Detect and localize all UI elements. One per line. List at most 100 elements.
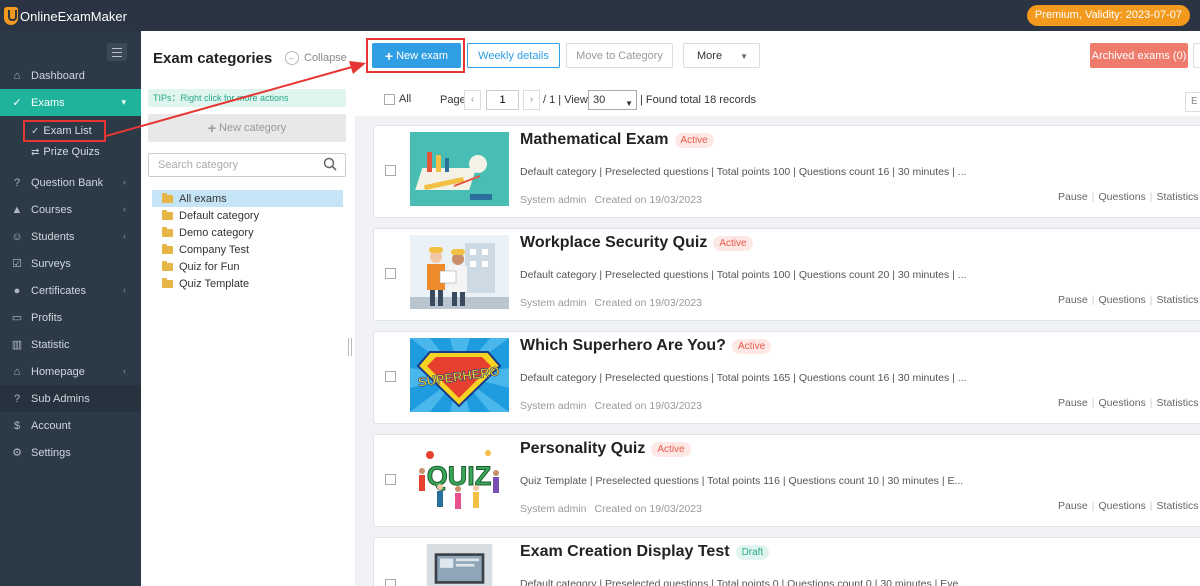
sidebar-item-sub-admins[interactable]: ? Sub Admins bbox=[0, 385, 141, 412]
statistics-link[interactable]: Statistics bbox=[1157, 191, 1199, 203]
list-controls: All Page ‹ › / 1 | View 30 ▼ | Found tot… bbox=[355, 80, 1200, 116]
category-item-default[interactable]: Default category bbox=[152, 207, 343, 224]
exam-thumbnail[interactable] bbox=[410, 544, 509, 586]
toolbar: + New exam Weekly details Move to Catego… bbox=[355, 31, 1200, 80]
prev-page-button[interactable]: ‹ bbox=[464, 90, 481, 110]
page-number-input[interactable] bbox=[486, 90, 519, 110]
exam-checkbox[interactable] bbox=[385, 165, 396, 176]
gear-icon: ⚙ bbox=[12, 446, 22, 459]
search-icon[interactable] bbox=[323, 157, 337, 171]
app-logo[interactable]: OnlineExamMaker bbox=[4, 6, 127, 26]
exam-thumbnail[interactable]: QUIZ bbox=[410, 441, 509, 515]
chevron-left-icon: ‹ bbox=[123, 366, 126, 376]
exam-card[interactable]: Exam Creation Display Test Draft Default… bbox=[373, 537, 1200, 586]
archived-exams-button[interactable]: Archived exams (0) bbox=[1090, 43, 1188, 68]
exam-info: Default category | Preselected questions… bbox=[520, 269, 967, 281]
exam-info: Default category | Preselected questions… bbox=[520, 166, 967, 178]
folder-icon bbox=[162, 277, 173, 288]
status-badge: Active bbox=[651, 441, 691, 457]
exam-title[interactable]: Exam Creation Display Test Draft bbox=[520, 543, 770, 561]
more-dropdown[interactable]: More ▼ bbox=[683, 43, 760, 68]
sidebar-item-statistic[interactable]: ▥ Statistic bbox=[0, 331, 141, 358]
per-page-select[interactable]: 30 ▼ bbox=[588, 90, 637, 110]
exam-checkbox[interactable] bbox=[385, 371, 396, 382]
collapse-button[interactable]: ← Collapse bbox=[285, 51, 347, 65]
home-icon: ⌂ bbox=[13, 69, 21, 82]
search-category-input[interactable] bbox=[148, 153, 346, 177]
sidebar-subitem-prize-quizs[interactable]: ⇄ Prize Quizs bbox=[0, 143, 141, 161]
sidebar-item-profits[interactable]: ▭ Profits bbox=[0, 304, 141, 331]
exam-card[interactable]: Mathematical Exam Active Default categor… bbox=[373, 125, 1200, 218]
sidebar-item-certificates[interactable]: ● Certificates ‹ bbox=[0, 277, 141, 304]
status-badge: Active bbox=[731, 338, 772, 354]
statistics-link[interactable]: Statistics bbox=[1157, 500, 1199, 512]
category-item-demo[interactable]: Demo category bbox=[152, 224, 343, 241]
exam-thumbnail[interactable] bbox=[410, 132, 509, 206]
move-to-category-button[interactable]: Move to Category bbox=[566, 43, 673, 68]
questions-link[interactable]: Questions bbox=[1099, 294, 1146, 306]
premium-badge[interactable]: Premium, Validity: 2023-07-07 bbox=[1026, 5, 1190, 26]
category-panel: Exam categories ← Collapse TIPs：Right cl… bbox=[141, 31, 355, 586]
statistics-link[interactable]: Statistics bbox=[1157, 397, 1199, 409]
sidebar-item-surveys[interactable]: ☑ Surveys bbox=[0, 250, 141, 277]
sidebar-item-settings[interactable]: ⚙ Settings bbox=[0, 439, 141, 466]
category-item-quiz-for-fun[interactable]: Quiz for Fun bbox=[152, 258, 343, 275]
export-button[interactable]: E bbox=[1185, 92, 1200, 112]
menu-toggle-button[interactable] bbox=[107, 43, 127, 61]
sidebar-item-students[interactable]: ☺ Students ‹ bbox=[0, 223, 141, 250]
category-item-all-exams[interactable]: All exams bbox=[152, 190, 343, 207]
exam-title[interactable]: Workplace Security Quiz Active bbox=[520, 234, 753, 252]
exam-title[interactable]: Personality Quiz Active bbox=[520, 440, 691, 458]
exam-meta: System admin Created on 19/03/2023 bbox=[520, 297, 702, 309]
exam-actions: Pause | Questions | Statistics bbox=[1058, 500, 1199, 512]
exam-checkbox[interactable] bbox=[385, 474, 396, 485]
person-question-icon: ? bbox=[13, 392, 21, 405]
sidebar-item-question-bank[interactable]: ? Question Bank ‹ bbox=[0, 169, 141, 196]
status-badge: Draft bbox=[735, 544, 770, 560]
select-all-checkbox[interactable] bbox=[384, 94, 395, 105]
sidebar-item-account[interactable]: $ Account bbox=[0, 412, 141, 439]
checkbox-icon: ☑ bbox=[12, 257, 22, 270]
sidebar-item-dashboard[interactable]: ⌂ Dashboard bbox=[0, 62, 141, 89]
exam-thumbnail[interactable]: SUPERHERO bbox=[410, 338, 509, 412]
statistics-link[interactable]: Statistics bbox=[1157, 294, 1199, 306]
questions-link[interactable]: Questions bbox=[1099, 397, 1146, 409]
questions-link[interactable]: Questions bbox=[1099, 500, 1146, 512]
questions-link[interactable]: Questions bbox=[1099, 191, 1146, 203]
panel-resize-handle[interactable] bbox=[348, 338, 352, 356]
exam-card[interactable]: QUIZ Personality Quiz Active Quiz Templa… bbox=[373, 434, 1200, 527]
card-icon: ▭ bbox=[11, 311, 23, 324]
records-count: | Found total 18 records bbox=[640, 94, 756, 106]
exam-list-highlight-box bbox=[23, 120, 106, 142]
next-page-button[interactable]: › bbox=[523, 90, 540, 110]
exam-info: Default category | Preselected questions… bbox=[520, 578, 968, 586]
toolbar-extra-button[interactable] bbox=[1193, 43, 1200, 68]
dollar-icon: $ bbox=[13, 419, 21, 432]
status-badge: Active bbox=[713, 235, 753, 251]
exam-actions: Pause | Questions | Statistics bbox=[1058, 397, 1199, 409]
exam-thumbnail[interactable] bbox=[410, 235, 509, 309]
weekly-details-button[interactable]: Weekly details bbox=[467, 43, 560, 68]
pause-link[interactable]: Pause bbox=[1058, 294, 1088, 306]
exam-meta: System admin Created on 19/03/2023 bbox=[520, 400, 702, 412]
graduation-cap-icon: ▲ bbox=[11, 203, 23, 216]
exam-title[interactable]: Mathematical Exam Active bbox=[520, 131, 714, 149]
pause-link[interactable]: Pause bbox=[1058, 500, 1088, 512]
chevron-down-icon: ▼ bbox=[625, 99, 633, 108]
sidebar-item-courses[interactable]: ▲ Courses ‹ bbox=[0, 196, 141, 223]
exam-card[interactable]: SUPERHERO Which Superhero Are You? Activ… bbox=[373, 331, 1200, 424]
sidebar-item-homepage[interactable]: ⌂ Homepage ‹ bbox=[0, 358, 141, 385]
exam-checkbox[interactable] bbox=[385, 268, 396, 279]
exam-checkbox[interactable] bbox=[385, 579, 396, 586]
pause-link[interactable]: Pause bbox=[1058, 397, 1088, 409]
category-item-quiz-template[interactable]: Quiz Template bbox=[152, 275, 343, 292]
exam-title[interactable]: Which Superhero Are You? Active bbox=[520, 337, 772, 355]
question-icon: ? bbox=[13, 176, 21, 189]
category-item-company-test[interactable]: Company Test bbox=[152, 241, 343, 258]
exam-actions: Pause | Questions | Statistics bbox=[1058, 294, 1199, 306]
certificate-icon: ● bbox=[13, 284, 21, 297]
pause-link[interactable]: Pause bbox=[1058, 191, 1088, 203]
exam-card[interactable]: Workplace Security Quiz Active Default c… bbox=[373, 228, 1200, 321]
new-category-button[interactable]: + New category bbox=[148, 114, 346, 142]
sidebar-item-exams[interactable]: ✓ Exams ▾ bbox=[0, 89, 141, 116]
